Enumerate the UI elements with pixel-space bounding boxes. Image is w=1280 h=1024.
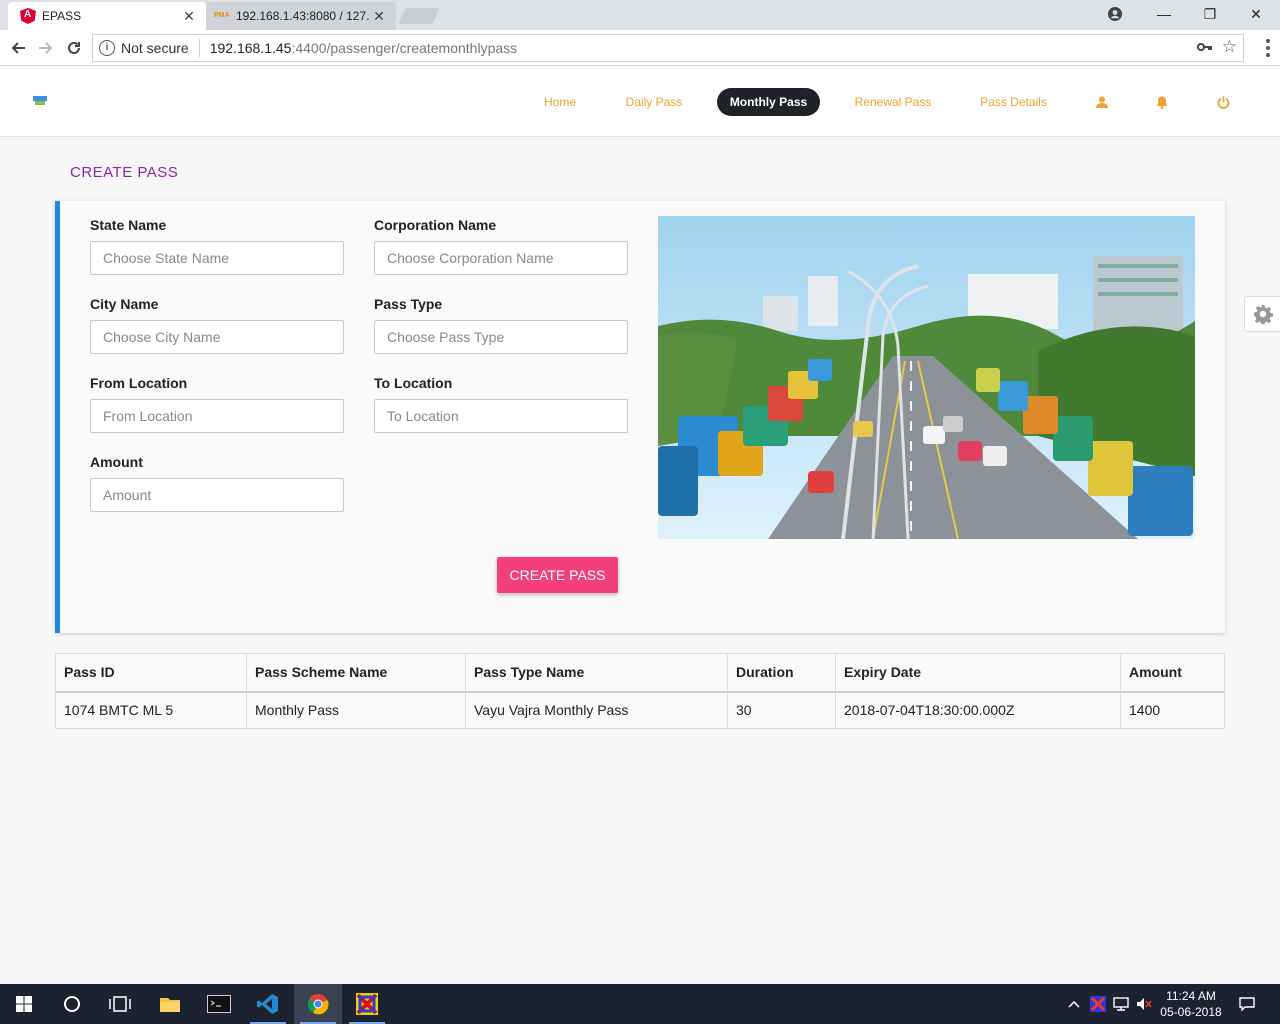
forward-arrow-icon (39, 42, 53, 54)
create-pass-button[interactable]: CREATE PASS (497, 557, 618, 593)
nav-renewal-pass[interactable]: Renewal Pass (846, 88, 940, 116)
volume-muted-icon[interactable] (1136, 996, 1152, 1012)
vscode-icon[interactable] (244, 984, 292, 1024)
column-header: Pass ID (55, 653, 247, 693)
close-window-button[interactable]: ✕ (1233, 0, 1279, 28)
from-location-label: From Location (90, 375, 188, 391)
security-indicator[interactable]: Not secure (121, 40, 189, 56)
windows-start-icon[interactable] (0, 984, 48, 1024)
task-view-icon[interactable] (96, 984, 144, 1024)
network-icon[interactable] (1113, 996, 1129, 1012)
user-icon[interactable] (1094, 92, 1110, 112)
clock-date: 05-06-2018 (1160, 1005, 1222, 1019)
reload-icon (68, 41, 80, 54)
minimize-button[interactable]: — (1141, 0, 1187, 28)
power-icon[interactable] (1215, 92, 1231, 112)
tab-phpmyadmin[interactable]: PMA 192.168.1.43:8080 / 127.0 ✕ (206, 2, 396, 30)
tab-close-icon[interactable]: ✕ (180, 8, 198, 25)
corporation-name-label: Corporation Name (374, 217, 497, 233)
pass-type-label: Pass Type (374, 296, 443, 312)
table-cell: 1074 BMTC ML 5 (55, 691, 247, 729)
city-name-select[interactable] (90, 320, 344, 354)
amount-label: Amount (90, 454, 143, 470)
reload-button[interactable] (63, 37, 85, 59)
clock-time: 11:24 AM (1166, 989, 1216, 1003)
table-row: 1074 BMTC ML 5 Monthly Pass Vayu Vajra M… (55, 691, 1225, 729)
address-bar[interactable]: i Not secure 192.168.1.45:4400/passenger… (92, 34, 1244, 62)
browser-menu-icon[interactable] (1266, 39, 1270, 57)
table-cell: Monthly Pass (246, 691, 466, 729)
back-arrow-icon (11, 42, 25, 54)
back-button[interactable] (7, 37, 29, 59)
terminal-icon[interactable] (195, 984, 243, 1024)
file-explorer-icon[interactable] (146, 984, 194, 1024)
tab-close-icon[interactable]: ✕ (370, 8, 388, 25)
settings-panel-toggle[interactable] (1244, 296, 1280, 332)
column-header: Expiry Date (835, 653, 1121, 693)
taskbar-clock[interactable]: 11:24 AM 05-06-2018 (1156, 988, 1226, 1020)
pass-type-select[interactable] (374, 320, 628, 354)
nav-monthly-pass[interactable]: Monthly Pass (717, 88, 820, 116)
forward-button[interactable] (35, 37, 57, 59)
tray-app-icon[interactable] (1090, 996, 1106, 1012)
table-cell: 2018-07-04T18:30:00.000Z (835, 691, 1121, 729)
angular-favicon-icon (20, 8, 36, 24)
table-header-row: Pass ID Pass Scheme Name Pass Type Name … (55, 653, 1225, 693)
column-header: Pass Type Name (465, 653, 728, 693)
gear-icon (1253, 305, 1273, 324)
column-header: Pass Scheme Name (246, 653, 466, 693)
nav-daily-pass[interactable]: Daily Pass (616, 88, 692, 116)
profile-icon[interactable] (1092, 0, 1138, 28)
url-path: :4400/passenger/createmonthlypass (291, 40, 518, 56)
tab-epass[interactable]: EPASS ✕ (8, 2, 206, 30)
amount-input[interactable] (90, 478, 344, 512)
from-location-input[interactable] (90, 399, 344, 433)
to-location-label: To Location (374, 375, 453, 391)
tray-chevron-up-icon[interactable] (1066, 996, 1082, 1012)
table-cell: 1400 (1120, 691, 1225, 729)
divider (198, 39, 200, 57)
restore-button[interactable]: ❐ (1187, 0, 1233, 28)
column-header: Duration (727, 653, 836, 693)
corporation-name-select[interactable] (374, 241, 628, 275)
key-icon[interactable] (1197, 39, 1213, 55)
to-location-input[interactable] (374, 399, 628, 433)
phpmyadmin-favicon-icon: PMA (214, 12, 230, 19)
city-name-label: City Name (90, 296, 159, 312)
table-cell: Vayu Vajra Monthly Pass (465, 691, 728, 729)
app-header: Home Daily Pass Monthly Pass Renewal Pas… (0, 66, 1280, 137)
new-tab-button[interactable] (398, 8, 440, 24)
app-icon[interactable] (343, 984, 391, 1024)
chrome-icon[interactable] (294, 984, 342, 1024)
notifications-icon[interactable] (1239, 996, 1255, 1012)
page-title: CREATE PASS (70, 164, 179, 181)
tab-title: 192.168.1.43:8080 / 127.0 (236, 9, 370, 23)
info-icon[interactable]: i (99, 40, 115, 56)
windows-taskbar: 11:24 AM 05-06-2018 (0, 984, 1280, 1024)
url-host: 192.168.1.45 (209, 40, 292, 56)
app-logo[interactable] (33, 96, 47, 106)
nav-home[interactable]: Home (532, 88, 588, 116)
road-traffic-image (658, 216, 1195, 539)
tab-title: EPASS (42, 9, 82, 23)
table-cell: 30 (727, 691, 836, 729)
nav-pass-details[interactable]: Pass Details (970, 88, 1057, 116)
column-header: Amount (1120, 653, 1225, 693)
state-name-select[interactable] (90, 241, 344, 275)
search-icon[interactable] (48, 984, 96, 1024)
browser-tab-bar: EPASS ✕ PMA 192.168.1.43:8080 / 127.0 ✕ … (0, 0, 1280, 30)
browser-toolbar: i Not secure 192.168.1.45:4400/passenger… (0, 30, 1280, 66)
bell-icon[interactable] (1154, 92, 1170, 112)
bookmark-star-icon[interactable]: ☆ (1222, 37, 1237, 57)
pass-table: Pass ID Pass Scheme Name Pass Type Name … (55, 653, 1225, 729)
state-name-label: State Name (90, 217, 167, 233)
